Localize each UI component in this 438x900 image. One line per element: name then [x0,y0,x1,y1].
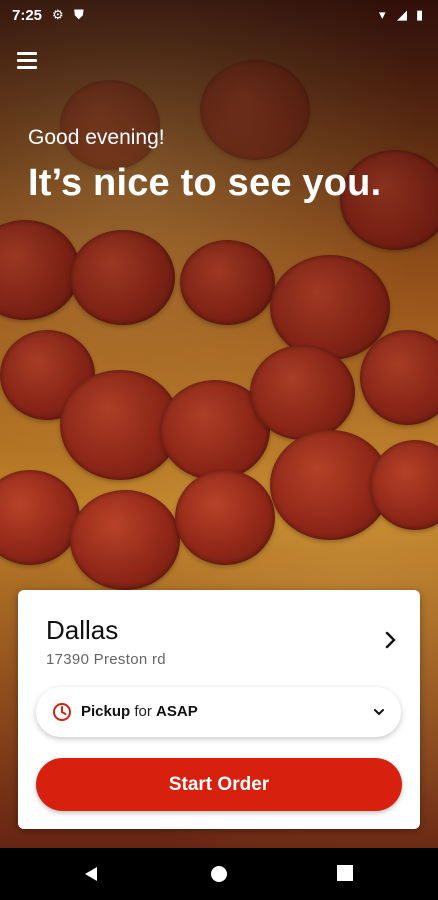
status-time: 7:25 [12,7,43,24]
location-city[interactable]: Dallas [46,615,118,646]
chevron-down-icon [374,709,384,716]
wifi-icon: ▾ [379,7,386,22]
clock-icon [53,703,71,721]
greeting-text: Good evening! [28,126,165,149]
menu-icon[interactable] [17,52,37,70]
location-card: Dallas 17390 Preston rd Pickup for ASAP … [18,590,420,829]
back-icon[interactable] [82,865,100,883]
order-mode-selector[interactable]: Pickup for ASAP [36,687,401,737]
headline-text: It’s nice to see you. [28,162,382,204]
recents-icon[interactable] [337,865,353,881]
settings-icon: ⚙ [52,7,64,22]
chevron-right-icon[interactable] [384,630,398,650]
android-nav-bar [0,848,438,900]
signal-icon: ◢ [397,7,407,22]
order-time-label: ASAP [156,703,198,720]
order-mode-connector: for [134,703,152,720]
home-icon[interactable] [210,865,228,883]
start-order-button[interactable]: Start Order [36,758,402,811]
order-mode-label: Pickup [81,703,131,720]
shield-icon: ⛊ [74,7,84,22]
order-mode-text: Pickup for ASAP [81,703,198,720]
status-bar: 7:25 ⚙ ⛊ ▾ ◢ ▮ [0,0,438,30]
location-address: 17390 Preston rd [46,651,166,668]
battery-icon: ▮ [416,7,424,22]
